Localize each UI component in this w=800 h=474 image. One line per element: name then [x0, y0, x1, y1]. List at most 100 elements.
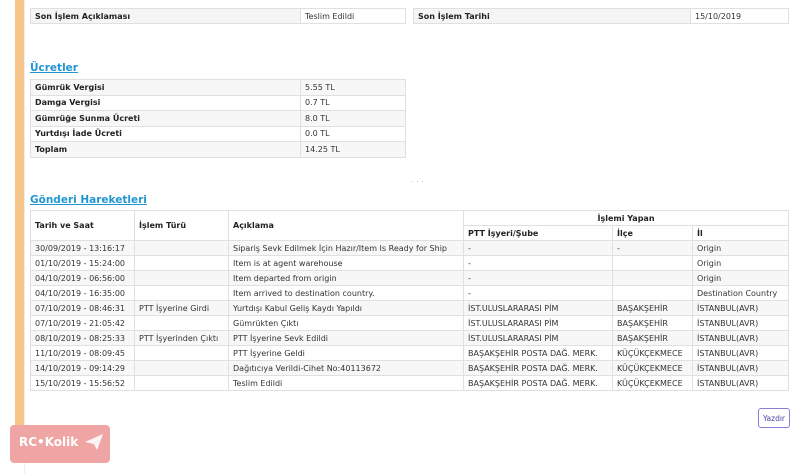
- cell-description: PTT İşyerine Sevk Edildi: [228, 330, 464, 346]
- cell-date: 11/10/2019 - 08:09:45: [30, 345, 135, 361]
- fee-row: Gümrüğe Sunma Ücreti 8.0 TL: [30, 110, 406, 127]
- cell-type: [134, 240, 229, 256]
- cell-city: Origin: [692, 270, 789, 286]
- header-branch: PTT İşyeri/Şube: [463, 225, 613, 241]
- cell-city: İSTANBUL(AVR): [692, 345, 789, 361]
- cell-branch: İST.ULUSLARARASI PİM: [463, 315, 613, 331]
- header-performed-by: İşlemi Yapan: [463, 210, 789, 226]
- movement-row: 08/10/2019 - 08:25:33 PTT İşyerinden Çıkt…: [30, 330, 789, 346]
- cell-date: 07/10/2019 - 21:05:42: [30, 315, 135, 331]
- paper-plane-icon: [85, 434, 103, 450]
- cell-branch: -: [463, 270, 613, 286]
- movement-row: 07/10/2019 - 08:46:31 PTT İşyerine Girdi Y…: [30, 300, 789, 316]
- movement-row: 14/10/2019 - 09:14:29 Dağıtıcıya Verildi-…: [30, 360, 789, 376]
- cell-branch: İST.ULUSLARARASI PİM: [463, 300, 613, 316]
- movement-row: 15/10/2019 - 15:56:52 Teslim Edildi BAŞAKŞ…: [30, 375, 789, 391]
- cell-district: KÜÇÜKÇEKMECE: [612, 375, 693, 391]
- last-date-label: Son İşlem Tarihi: [413, 8, 691, 24]
- cell-district: [612, 285, 693, 301]
- fee-value: 0.7 TL: [300, 94, 406, 111]
- movement-row: 01/10/2019 - 15:24:00 Item is at agent wa…: [30, 255, 789, 271]
- logo-text: RC•Kolik: [19, 435, 79, 449]
- cell-date: 01/10/2019 - 15:24:00: [30, 255, 135, 271]
- cell-district: [612, 255, 693, 271]
- cell-date: 14/10/2019 - 09:14:29: [30, 360, 135, 376]
- fee-label: Yurtdışı İade Ücreti: [30, 125, 301, 142]
- fee-row: Toplam 14.25 TL: [30, 141, 406, 158]
- last-description-value: Teslim Edildi: [300, 8, 406, 24]
- cell-type: PTT İşyerine Girdi: [134, 300, 229, 316]
- cell-branch: BAŞAKŞEHİR POSTA DAĞ. MERK.: [463, 375, 613, 391]
- cell-city: İSTANBUL(AVR): [692, 360, 789, 376]
- fee-label: Damga Vergisi: [30, 94, 301, 111]
- fee-value: 0.0 TL: [300, 125, 406, 142]
- header-description: Açıklama: [228, 210, 464, 241]
- fee-label: Toplam: [30, 141, 301, 158]
- movement-row: 07/10/2019 - 21:05:42 Gümrükten Çıktı İST.…: [30, 315, 789, 331]
- cell-description: PTT İşyerine Geldi: [228, 345, 464, 361]
- movement-row: 04/10/2019 - 06:56:00 Item departed from …: [30, 270, 789, 286]
- movement-row: 30/09/2019 - 13:16:17 Sipariş Sevk Edilme…: [30, 240, 789, 256]
- tracking-panel: Son İşlem Açıklaması Teslim Edildi Son İ…: [24, 0, 800, 474]
- cell-description: Sipariş Sevk Edilmek İçin Hazır/Item Is …: [228, 240, 464, 256]
- fee-row: Yurtdışı İade Ücreti 0.0 TL: [30, 125, 406, 142]
- shipment-movements-title: Gönderi Hareketleri: [30, 194, 147, 206]
- cell-district: KÜÇÜKÇEKMECE: [612, 360, 693, 376]
- header-date: Tarih ve Saat: [30, 210, 135, 241]
- fee-value: 14.25 TL: [300, 141, 406, 158]
- fee-row: Damga Vergisi 0.7 TL: [30, 94, 406, 111]
- print-button[interactable]: Yazdır: [758, 408, 790, 428]
- cell-city: İSTANBUL(AVR): [692, 300, 789, 316]
- cell-district: BAŞAKŞEHİR: [612, 330, 693, 346]
- cell-type: [134, 345, 229, 361]
- cell-date: 07/10/2019 - 08:46:31: [30, 300, 135, 316]
- cell-description: Item arrived to destination country.: [228, 285, 464, 301]
- cell-description: Item departed from origin: [228, 270, 464, 286]
- cell-date: 04/10/2019 - 06:56:00: [30, 270, 135, 286]
- cell-branch: -: [463, 285, 613, 301]
- cell-district: BAŞAKŞEHİR: [612, 300, 693, 316]
- cell-district: -: [612, 240, 693, 256]
- cell-type: [134, 270, 229, 286]
- cell-type: [134, 315, 229, 331]
- cell-description: Dağıtıcıya Verildi-Cihet No:40113672: [228, 360, 464, 376]
- movement-row: 11/10/2019 - 08:09:45 PTT İşyerine Geldi B…: [30, 345, 789, 361]
- cell-city: Origin: [692, 240, 789, 256]
- fee-value: 5.55 TL: [300, 79, 406, 96]
- cell-city: Destination Country: [692, 285, 789, 301]
- watermark-logo: RC•Kolik: [10, 425, 110, 463]
- fees-table: Gümrük Vergisi 5.55 TL Damga Vergisi 0.7 TL…: [30, 79, 406, 158]
- cell-branch: -: [463, 255, 613, 271]
- cell-type: [134, 255, 229, 271]
- cell-type: PTT İşyerinden Çıktı: [134, 330, 229, 346]
- shipment-movements-table: Tarih ve Saat İşlem Türü Açıklama İşlemi…: [30, 210, 789, 391]
- last-date-value: 15/10/2019: [690, 8, 789, 24]
- cell-district: [612, 270, 693, 286]
- cell-city: Origin: [692, 255, 789, 271]
- cell-description: Gümrükten Çıktı: [228, 315, 464, 331]
- fee-label: Gümrük Vergisi: [30, 79, 301, 96]
- cell-description: Item is at agent warehouse: [228, 255, 464, 271]
- cell-type: [134, 360, 229, 376]
- cell-branch: BAŞAKŞEHİR POSTA DAĞ. MERK.: [463, 345, 613, 361]
- header-type: İşlem Türü: [134, 210, 229, 241]
- fee-value: 8.0 TL: [300, 110, 406, 127]
- cell-description: Yurtdışı Kabul Geliş Kaydı Yapıldı: [228, 300, 464, 316]
- cell-branch: -: [463, 240, 613, 256]
- fees-title: Ücretler: [30, 62, 78, 74]
- cell-type: [134, 375, 229, 391]
- left-accent-bar: [15, 0, 24, 432]
- cell-city: İSTANBUL(AVR): [692, 315, 789, 331]
- cell-description: Teslim Edildi: [228, 375, 464, 391]
- movement-row: 04/10/2019 - 16:35:00 Item arrived to des…: [30, 285, 789, 301]
- fee-label: Gümrüğe Sunma Ücreti: [30, 110, 301, 127]
- cell-type: [134, 285, 229, 301]
- cell-branch: BAŞAKŞEHİR POSTA DAĞ. MERK.: [463, 360, 613, 376]
- cell-district: KÜÇÜKÇEKMECE: [612, 345, 693, 361]
- cell-branch: İST.ULUSLARARASI PİM: [463, 330, 613, 346]
- cell-date: 15/10/2019 - 15:56:52: [30, 375, 135, 391]
- last-operation-date-table: Son İşlem Tarihi 15/10/2019: [413, 8, 789, 24]
- last-operation-description-table: Son İşlem Açıklaması Teslim Edildi: [30, 8, 406, 24]
- header-district: İlçe: [612, 225, 693, 241]
- section-divider: . . .: [411, 175, 424, 184]
